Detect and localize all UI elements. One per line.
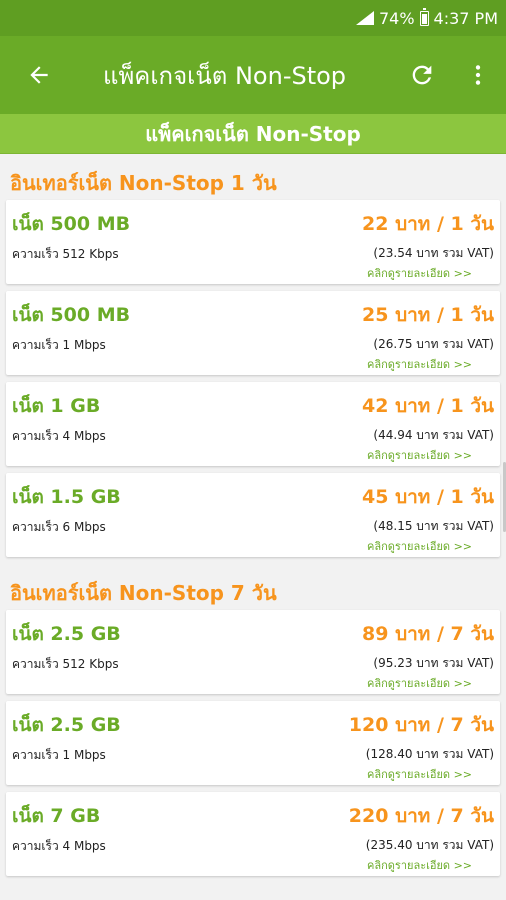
package-card[interactable]: เน็ต 500 MB ความเร็ว 512 Kbps 22 บาท / 1…: [6, 200, 500, 284]
signal-icon: [355, 11, 374, 25]
package-speed: ความเร็ว 512 Kbps: [12, 657, 119, 671]
app-bar: แพ็คเกจเน็ต Non-Stop: [0, 36, 506, 114]
arrow-left-icon: [30, 66, 48, 84]
more-options-button[interactable]: [452, 47, 504, 103]
sub-header: แพ็คเกจเน็ต Non-Stop: [0, 114, 506, 154]
package-vat: (23.54 บาท รวม VAT): [373, 246, 494, 260]
package-vat: (48.15 บาท รวม VAT): [373, 519, 494, 533]
section-title: อินเทอร์เน็ต Non-Stop 1 วัน: [10, 171, 277, 195]
details-link[interactable]: คลิกดูรายละเอียด >>: [367, 765, 472, 783]
refresh-icon: [412, 65, 432, 85]
details-link[interactable]: คลิกดูรายละเอียด >>: [367, 674, 472, 692]
package-vat: (44.94 บาท รวม VAT): [373, 428, 494, 442]
package-price: 89 บาท / 7 วัน: [362, 623, 494, 645]
package-price: 22 บาท / 1 วัน: [362, 213, 494, 235]
details-link[interactable]: คลิกดูรายละเอียด >>: [367, 537, 472, 555]
package-name: เน็ต 500 MB: [12, 304, 131, 326]
package-name: เน็ต 500 MB: [12, 213, 131, 235]
package-speed: ความเร็ว 1 Mbps: [12, 748, 106, 762]
package-card[interactable]: เน็ต 500 MB ความเร็ว 1 Mbps 25 บาท / 1 ว…: [6, 291, 500, 375]
package-card[interactable]: เน็ต 2.5 GB ความเร็ว 1 Mbps 120 บาท / 7 …: [6, 701, 500, 785]
details-link[interactable]: คลิกดูรายละเอียด >>: [367, 355, 472, 373]
package-speed: ความเร็ว 512 Kbps: [12, 247, 119, 261]
details-link[interactable]: คลิกดูรายละเอียด >>: [367, 264, 472, 282]
package-card[interactable]: เน็ต 7 GB ความเร็ว 4 Mbps 220 บาท / 7 วั…: [6, 792, 500, 876]
package-card[interactable]: เน็ต 1 GB ความเร็ว 4 Mbps 42 บาท / 1 วัน…: [6, 382, 500, 466]
back-button[interactable]: [11, 47, 67, 103]
package-price: 25 บาท / 1 วัน: [362, 304, 494, 326]
package-speed: ความเร็ว 1 Mbps: [12, 338, 106, 352]
package-vat: (26.75 บาท รวม VAT): [373, 337, 494, 351]
package-list[interactable]: อินเทอร์เน็ต Non-Stop 1 วัน เน็ต 500 MB …: [0, 154, 506, 900]
package-card[interactable]: เน็ต 1.5 GB ความเร็ว 6 Mbps 45 บาท / 1 ว…: [6, 473, 500, 557]
package-price: 45 บาท / 1 วัน: [362, 486, 494, 508]
status-bar: 74% 4:37 PM: [0, 0, 506, 36]
section-title: อินเทอร์เน็ต Non-Stop 7 วัน: [10, 581, 277, 605]
package-name: เน็ต 2.5 GB: [12, 714, 121, 736]
clock: 4:37 PM: [433, 8, 498, 28]
package-name: เน็ต 1 GB: [12, 395, 101, 417]
package-vat: (95.23 บาท รวม VAT): [373, 656, 494, 670]
battery-icon: [419, 7, 429, 26]
package-speed: ความเร็ว 6 Mbps: [12, 520, 106, 534]
more-vert-icon: [475, 65, 481, 85]
package-vat: (128.40 บาท รวม VAT): [365, 747, 494, 761]
page-title: แพ็คเกจเน็ต Non-Stop: [103, 61, 347, 90]
package-price: 42 บาท / 1 วัน: [362, 395, 494, 417]
package-card[interactable]: เน็ต 2.5 GB ความเร็ว 512 Kbps 89 บาท / 7…: [6, 610, 500, 694]
package-name: เน็ต 7 GB: [12, 805, 101, 827]
package-price: 120 บาท / 7 วัน: [348, 714, 494, 736]
package-vat: (235.40 บาท รวม VAT): [365, 838, 494, 852]
details-link[interactable]: คลิกดูรายละเอียด >>: [367, 446, 472, 464]
package-name: เน็ต 1.5 GB: [12, 486, 121, 508]
battery-percent: 74%: [378, 8, 415, 28]
package-name: เน็ต 2.5 GB: [12, 623, 121, 645]
package-price: 220 บาท / 7 วัน: [348, 805, 494, 827]
refresh-button[interactable]: [394, 47, 450, 103]
package-speed: ความเร็ว 4 Mbps: [12, 429, 106, 443]
package-speed: ความเร็ว 4 Mbps: [12, 839, 106, 853]
details-link[interactable]: คลิกดูรายละเอียด >>: [367, 856, 472, 874]
